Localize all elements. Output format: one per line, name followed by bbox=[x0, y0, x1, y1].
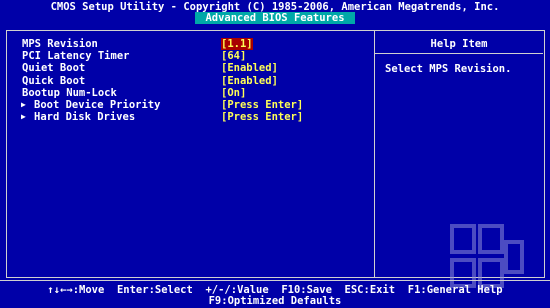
page-title: Advanced BIOS Features bbox=[195, 12, 355, 24]
setting-value[interactable]: [64] bbox=[221, 50, 246, 62]
submenu-label: Hard Disk Drives bbox=[21, 111, 135, 123]
setting-bootup-num-lock[interactable]: Bootup Num-Lock [On] bbox=[22, 87, 362, 99]
setting-label: Quiet Boot bbox=[22, 62, 86, 75]
setting-value[interactable]: [Enabled] bbox=[221, 62, 278, 74]
setting-label: Bootup Num-Lock bbox=[22, 86, 117, 99]
setting-value[interactable]: [Press Enter] bbox=[221, 111, 303, 123]
setting-quiet-boot[interactable]: Quiet Boot [Enabled] bbox=[22, 62, 362, 74]
help-title: Help Item bbox=[430, 38, 488, 50]
setting-pci-latency-timer[interactable]: PCI Latency Timer [64] bbox=[22, 50, 362, 62]
help-title-divider bbox=[375, 53, 543, 54]
setting-label: Quick Boot bbox=[22, 74, 86, 87]
setting-value[interactable]: [Press Enter] bbox=[221, 99, 303, 111]
setting-quick-boot[interactable]: Quick Boot [Enabled] bbox=[22, 75, 362, 87]
settings-list: MPS Revision [1.1] PCI Latency Timer [64… bbox=[21, 38, 362, 124]
help-text: Select MPS Revision. bbox=[385, 63, 512, 75]
submenu-hard-disk-drives[interactable]: Hard Disk Drives [Press Enter] bbox=[21, 111, 362, 123]
submenu-label: Boot Device Priority bbox=[21, 99, 160, 111]
setting-label: MPS Revision bbox=[22, 38, 98, 50]
setting-value[interactable]: [1.1] bbox=[221, 38, 253, 51]
setting-value[interactable]: [On] bbox=[221, 87, 246, 99]
setting-mps-revision[interactable]: MPS Revision [1.1] bbox=[22, 38, 362, 51]
key-help-line-2: F9:Optimized Defaults bbox=[208, 295, 342, 307]
setting-value[interactable]: [Enabled] bbox=[221, 75, 278, 87]
help-divider bbox=[374, 30, 375, 277]
setting-label: PCI Latency Timer bbox=[22, 50, 130, 63]
submenu-boot-device-priority[interactable]: Boot Device Priority [Press Enter] bbox=[21, 99, 362, 111]
